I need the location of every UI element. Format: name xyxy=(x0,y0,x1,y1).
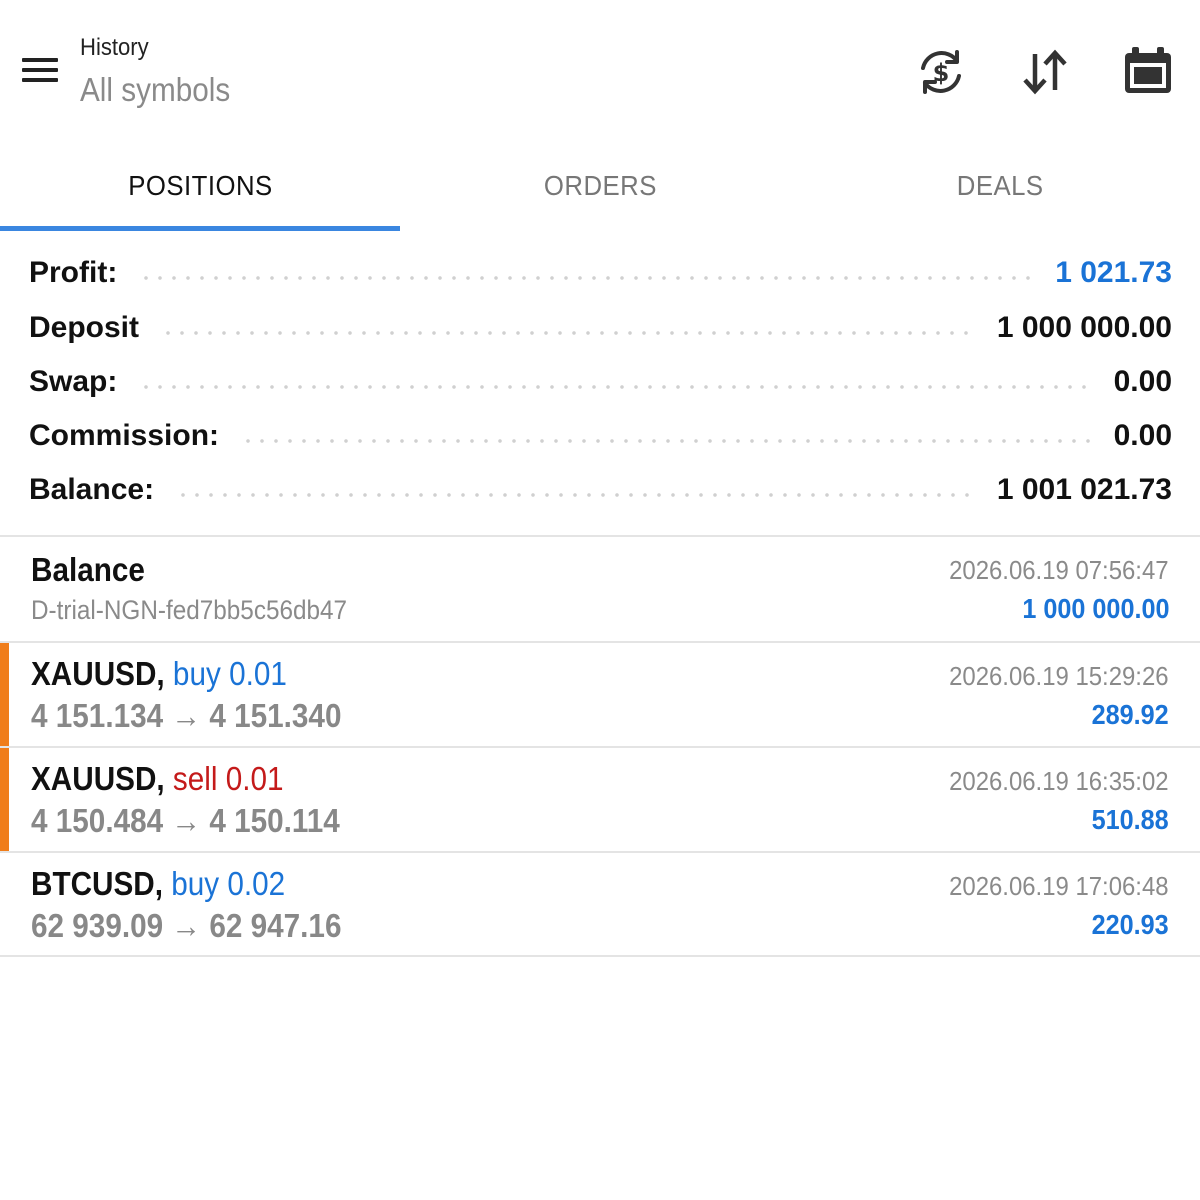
position-accent-bar xyxy=(0,643,9,747)
summary-value: 1 021.73 xyxy=(1055,256,1172,289)
position-row[interactable]: XAUUSD, buy 0.01 4 151.134 → 4 151.340 2… xyxy=(0,643,1200,747)
position-symbol: XAUUSD, xyxy=(31,655,165,692)
position-prices: 4 150.484 → 4 150.114 xyxy=(31,802,340,839)
position-row[interactable]: BTCUSD, buy 0.02 62 939.09 → 62 947.16 2… xyxy=(0,853,1200,957)
summary-label: Swap: xyxy=(29,365,118,398)
summary-row-deposit: Deposit 1 000 000.00 xyxy=(29,301,1172,355)
position-symbol: BTCUSD, xyxy=(31,865,164,902)
position-profit: 289.92 xyxy=(1091,699,1169,730)
position-time: 2026.06.19 16:35:02 xyxy=(949,766,1169,796)
app-header: History All symbols $ xyxy=(0,0,1200,140)
position-prices: 62 939.09 → 62 947.16 xyxy=(31,907,342,944)
currency-exchange-icon[interactable]: $ xyxy=(913,44,969,100)
tab-positions[interactable]: POSITIONS xyxy=(0,140,400,232)
position-title: BTCUSD, buy 0.02 xyxy=(31,865,285,903)
sort-icon[interactable] xyxy=(1017,44,1073,100)
position-symbol: XAUUSD, xyxy=(31,760,165,797)
position-row[interactable]: XAUUSD, sell 0.01 4 150.484 → 4 150.114 … xyxy=(0,748,1200,852)
balance-entry-title: Balance xyxy=(31,551,145,588)
position-profit: 220.93 xyxy=(1091,909,1169,940)
summary-row-profit: Profit: 1 021.73 xyxy=(29,246,1172,300)
dotted-leader xyxy=(161,331,975,335)
balance-entry-comment: D-trial-NGN-fed7bb5c56db47 xyxy=(31,595,348,625)
position-side: buy 0.01 xyxy=(172,655,287,692)
menu-icon[interactable] xyxy=(20,56,60,86)
summary-label: Balance: xyxy=(29,473,155,506)
page-title: History xyxy=(80,34,149,61)
tab-deals[interactable]: DEALS xyxy=(800,140,1200,232)
position-time: 2026.06.19 17:06:48 xyxy=(949,871,1169,901)
divider xyxy=(0,955,1200,957)
summary-row-balance: Balance: 1 001 021.73 xyxy=(29,463,1172,517)
position-side: sell 0.01 xyxy=(172,760,284,797)
position-side: buy 0.02 xyxy=(171,865,286,902)
balance-entry-time: 2026.06.19 07:56:47 xyxy=(949,555,1169,585)
summary-value: 1 000 000.00 xyxy=(996,311,1172,344)
dotted-leader xyxy=(139,276,1034,280)
summary-value: 0.00 xyxy=(1113,419,1172,452)
summary-label: Profit: xyxy=(29,256,118,289)
position-title: XAUUSD, buy 0.01 xyxy=(31,655,287,693)
svg-text:$: $ xyxy=(933,59,950,87)
summary-value: 0.00 xyxy=(1113,365,1172,398)
position-title: XAUUSD, sell 0.01 xyxy=(31,760,284,798)
title-block[interactable]: History All symbols xyxy=(80,32,247,112)
summary-row-swap: Swap: 0.00 xyxy=(29,355,1172,409)
summary-row-commission: Commission: 0.00 xyxy=(29,409,1172,463)
summary-label: Deposit xyxy=(29,311,140,344)
dotted-leader xyxy=(241,439,1092,443)
position-accent-bar xyxy=(0,748,9,852)
position-prices: 4 151.134 → 4 151.340 xyxy=(31,697,342,734)
symbol-filter-label[interactable]: All symbols xyxy=(80,68,230,112)
tab-bar: POSITIONS ORDERS DEALS xyxy=(0,140,1200,232)
balance-entry-amount: 1 000 000.00 xyxy=(1021,593,1169,624)
position-profit: 510.88 xyxy=(1091,804,1169,835)
summary-value: 1 001 021.73 xyxy=(996,473,1172,506)
tab-orders[interactable]: ORDERS xyxy=(400,140,800,232)
calendar-icon[interactable] xyxy=(1120,44,1176,100)
dotted-leader xyxy=(139,385,1092,389)
active-tab-indicator xyxy=(0,226,400,231)
summary-label: Commission: xyxy=(29,419,220,452)
dotted-leader xyxy=(176,493,975,497)
balance-entry-row[interactable]: Balance D-trial-NGN-fed7bb5c56db47 2026.… xyxy=(0,537,1200,641)
position-time: 2026.06.19 15:29:26 xyxy=(949,661,1169,691)
